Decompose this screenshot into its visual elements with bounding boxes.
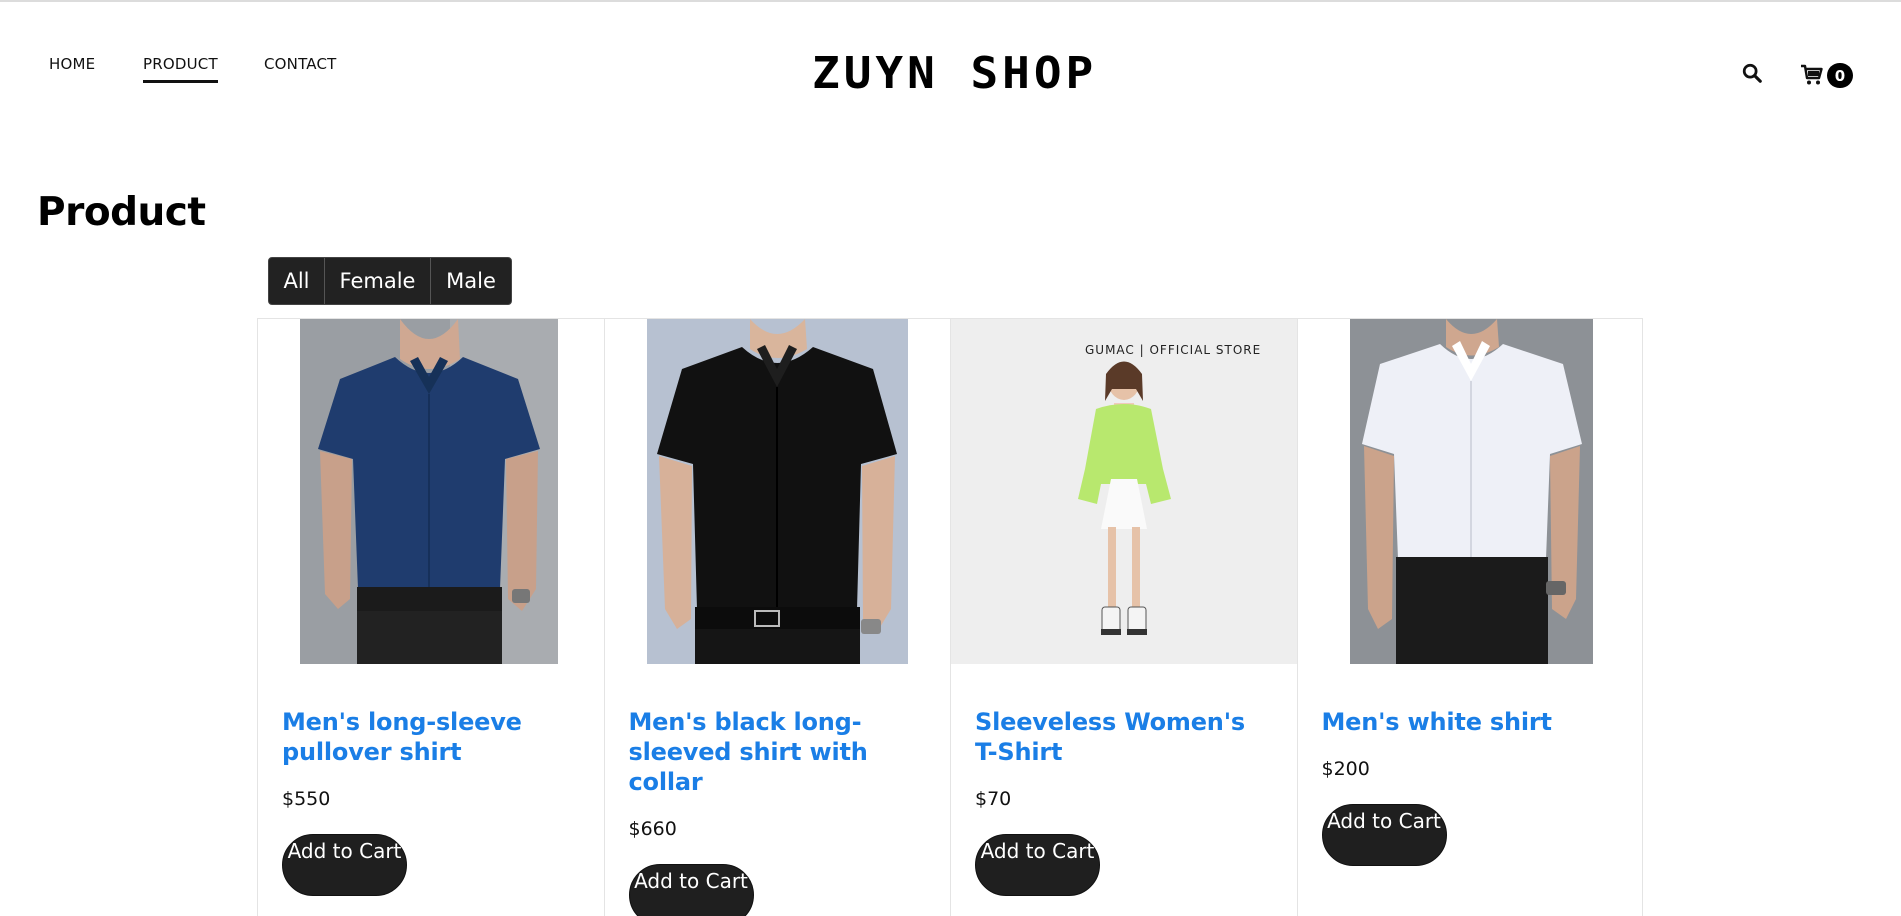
- product-name[interactable]: Men's long-sleeve pullover shirt: [282, 707, 582, 767]
- product-price: $70: [975, 788, 1012, 810]
- site-logo[interactable]: ZUYN SHOP: [812, 51, 1097, 95]
- product-image[interactable]: [1349, 319, 1593, 664]
- product-image[interactable]: [646, 319, 908, 664]
- add-to-cart-button[interactable]: Add to Cart: [1321, 804, 1447, 866]
- woman-jacket-photo: GUMAC | OFFICIAL STORE: [951, 319, 1297, 664]
- product-image[interactable]: [300, 319, 558, 664]
- product-card: Men's long-sleeve pullover shirt $550 Ad…: [257, 318, 604, 916]
- cart-count-badge: 0: [1827, 63, 1853, 88]
- white-shirt-photo: [1349, 319, 1593, 664]
- navy-shirt-photo: [300, 319, 558, 664]
- product-image[interactable]: GUMAC | OFFICIAL STORE: [951, 319, 1297, 664]
- product-price: $550: [282, 788, 331, 810]
- product-card: GUMAC | OFFICIAL STORE Sleeveless Women'…: [950, 318, 1297, 916]
- gumac-brand-text: GUMAC | OFFICIAL STORE: [1085, 343, 1261, 357]
- category-filter-group: All Female Male: [268, 257, 512, 305]
- cart-icon: [1801, 64, 1823, 85]
- product-name[interactable]: Sleeveless Women's T-Shirt: [975, 707, 1275, 767]
- nav-home[interactable]: HOME: [49, 55, 95, 83]
- page-title: Product: [37, 190, 206, 235]
- filter-all-button[interactable]: All: [269, 258, 325, 304]
- black-shirt-photo: [646, 319, 908, 664]
- product-grid: Men's long-sleeve pullover shirt $550 Ad…: [257, 318, 1643, 916]
- product-name[interactable]: Men's white shirt: [1322, 707, 1622, 737]
- add-to-cart-button[interactable]: Add to Cart: [282, 834, 407, 896]
- product-card: Men's white shirt $200 Add to Cart: [1296, 318, 1643, 916]
- top-border: [0, 0, 1901, 2]
- filter-male-button[interactable]: Male: [431, 258, 511, 304]
- product-price: $200: [1321, 758, 1370, 780]
- cart-button[interactable]: 0: [1800, 62, 1856, 88]
- product-name[interactable]: Men's black long-sleeved shirt with coll…: [629, 707, 929, 797]
- search-button[interactable]: [1741, 62, 1765, 86]
- search-icon: [1742, 63, 1762, 83]
- add-to-cart-button[interactable]: Add to Cart: [975, 834, 1100, 896]
- add-to-cart-button[interactable]: Add to Cart: [628, 864, 754, 916]
- nav-product[interactable]: PRODUCT: [143, 55, 218, 83]
- product-price: $660: [628, 818, 677, 840]
- product-card: Men's black long-sleeved shirt with coll…: [603, 318, 950, 916]
- filter-female-button[interactable]: Female: [325, 258, 431, 304]
- nav-contact[interactable]: CONTACT: [264, 55, 337, 83]
